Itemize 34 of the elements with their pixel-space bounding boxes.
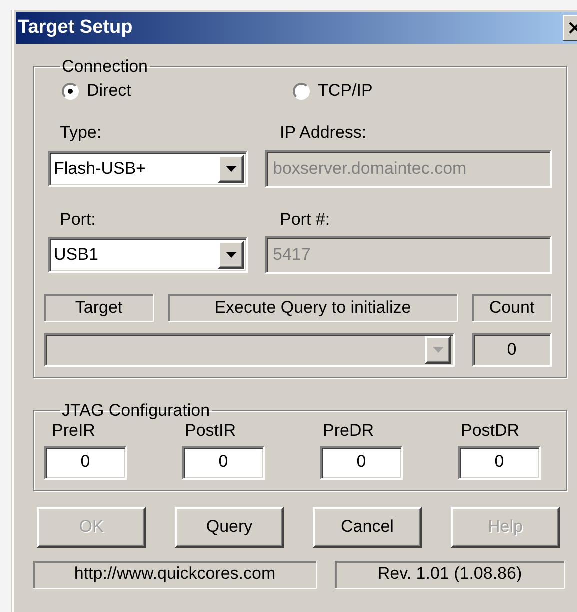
number-field[interactable]: 0 <box>44 446 127 480</box>
dialog-button[interactable]: Query <box>175 506 284 548</box>
number-field[interactable]: 0 <box>320 446 403 480</box>
dropdown[interactable]: Flash-USB+ <box>48 150 248 187</box>
status-field: Rev. 1.01 (1.08.86) <box>335 560 565 589</box>
field-label: IP Address: <box>280 123 367 144</box>
field-label: PostIR <box>184 421 238 442</box>
group-label: JTAG Configuration <box>61 402 212 420</box>
radio-button[interactable] <box>293 82 310 100</box>
group-label: Connection <box>61 58 150 75</box>
caret-icon <box>226 166 236 172</box>
field-label: PreDR <box>322 421 376 442</box>
field-label: Port #: <box>280 210 330 230</box>
number-field[interactable]: 0 <box>182 446 265 480</box>
column-header: Execute Query to initialize <box>168 294 458 322</box>
dropdown-button[interactable] <box>218 241 244 270</box>
dropdown-button[interactable] <box>218 154 244 183</box>
caret-icon <box>432 347 444 354</box>
field-label: PostDR <box>460 421 521 442</box>
window-title: Target Setup <box>18 16 133 40</box>
count-field: 0 <box>472 333 552 368</box>
field-label: PreIR <box>51 421 96 442</box>
status-field: http://www.quickcores.com <box>33 560 317 589</box>
radio-label[interactable]: TCP/IP <box>318 81 373 102</box>
field-label: Port: <box>60 210 97 230</box>
column-header: Target <box>44 294 154 322</box>
radio-button[interactable] <box>62 82 79 100</box>
dropdown[interactable]: USB1 <box>48 237 248 274</box>
dialog-button[interactable]: Cancel <box>313 506 422 548</box>
radio-label[interactable]: Direct <box>87 81 132 102</box>
column-header: Count <box>472 294 552 322</box>
field-label: Type: <box>60 123 103 144</box>
caret-icon <box>226 252 236 258</box>
number-field[interactable]: 0 <box>458 446 541 480</box>
